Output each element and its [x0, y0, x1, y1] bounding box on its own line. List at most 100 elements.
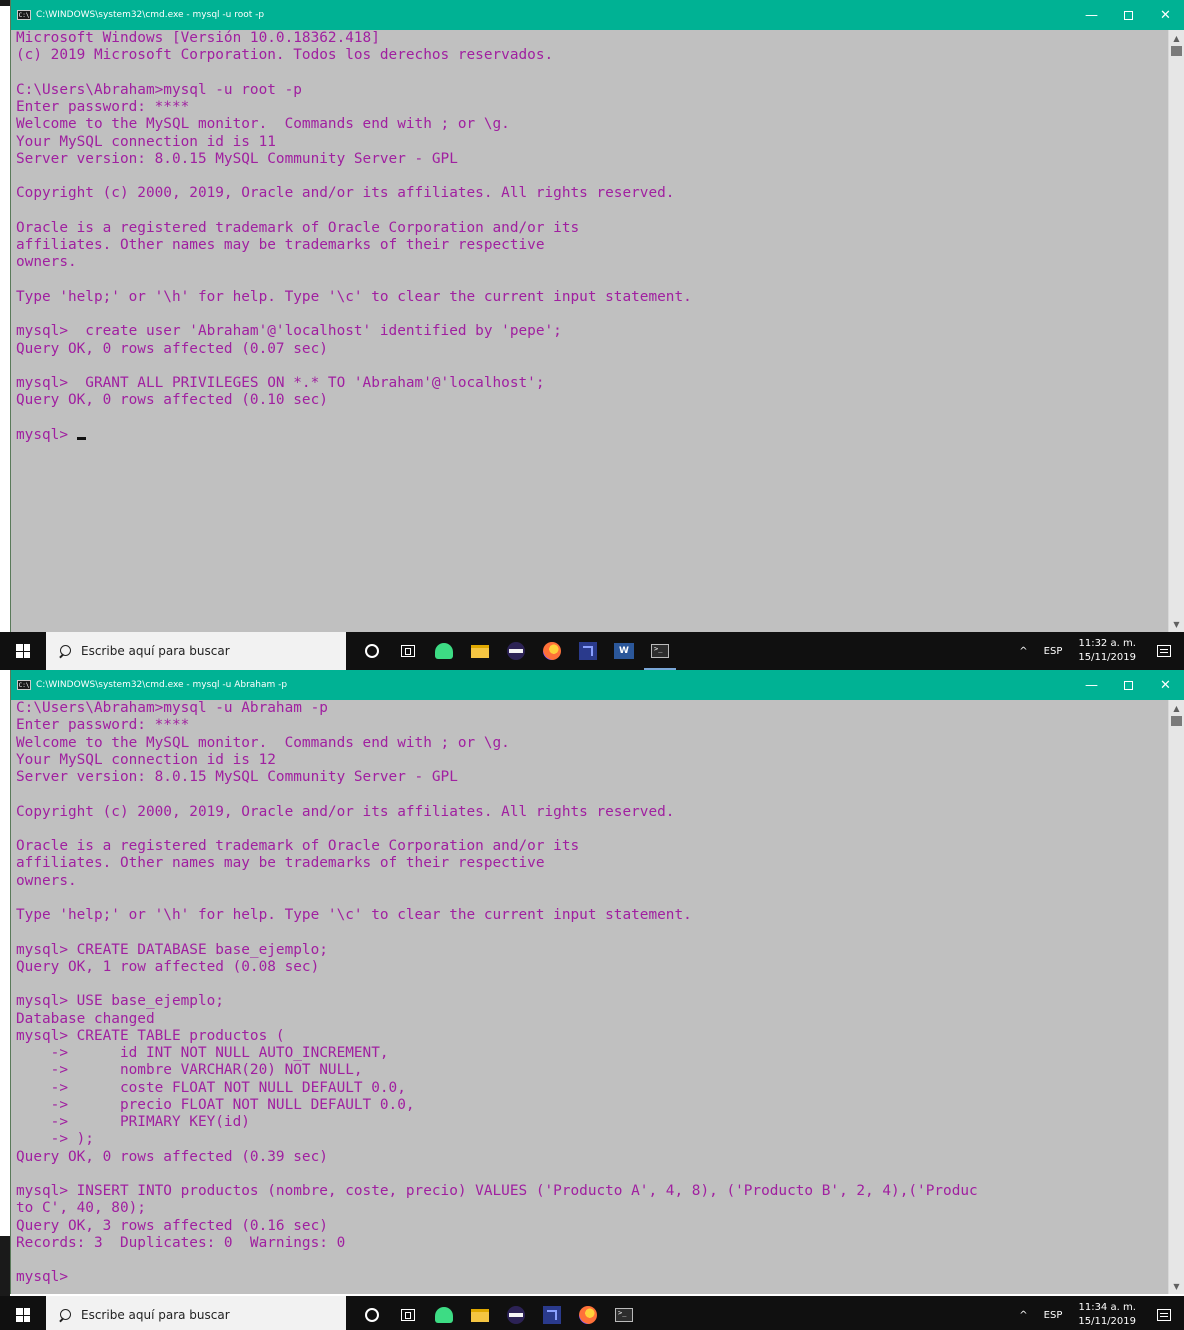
- console-line: Your MySQL connection id is 11: [16, 133, 276, 150]
- window-controls: — ✕: [1073, 670, 1184, 700]
- cortana-icon: [365, 1308, 379, 1322]
- maximize-button[interactable]: [1110, 670, 1147, 700]
- title-bar[interactable]: C:\ C:\WINDOWS\system32\cmd.exe - mysql …: [11, 0, 1184, 30]
- clock[interactable]: 11:32 a. m. 15/11/2019: [1070, 637, 1144, 665]
- console-line: Records: 3 Duplicates: 0 Warnings: 0: [16, 1234, 346, 1251]
- minimize-button[interactable]: —: [1073, 670, 1110, 700]
- notification-icon: [1157, 645, 1171, 657]
- task-view-button[interactable]: [390, 1296, 426, 1330]
- word-button[interactable]: W: [606, 632, 642, 670]
- console-line: mysql> CREATE DATABASE base_ejemplo;: [16, 941, 328, 958]
- title-bar[interactable]: C:\ C:\WINDOWS\system32\cmd.exe - mysql …: [11, 670, 1184, 700]
- clock-date: 15/11/2019: [1078, 652, 1136, 663]
- console-line: Query OK, 0 rows affected (0.07 sec): [16, 340, 328, 357]
- eclipse-button[interactable]: [498, 632, 534, 670]
- console-prompt-line[interactable]: mysql>: [16, 427, 1166, 444]
- cmd-taskbar-button[interactable]: >_: [642, 632, 678, 670]
- console-line: -> coste FLOAT NOT NULL DEFAULT 0.0,: [16, 1079, 406, 1096]
- language-indicator[interactable]: ESP: [1036, 1310, 1071, 1321]
- search-icon: [58, 1308, 71, 1322]
- taskbar-apps: >_: [354, 1296, 642, 1330]
- console-line: Server version: 8.0.15 MySQL Community S…: [16, 769, 458, 785]
- console-line: Enter password: ****: [16, 717, 190, 734]
- cmd-window-abraham[interactable]: C:\ C:\WINDOWS\system32\cmd.exe - mysql …: [10, 670, 1184, 1294]
- scroll-down-icon[interactable]: ▼: [1169, 1278, 1184, 1294]
- console-line: Query OK, 3 rows affected (0.16 sec): [16, 1217, 328, 1234]
- firefox-icon: [543, 642, 561, 660]
- firefox-button[interactable]: [534, 632, 570, 670]
- task-view-button[interactable]: [390, 632, 426, 670]
- show-hidden-icons-button[interactable]: ^: [1011, 1310, 1035, 1321]
- visual-studio-button[interactable]: [534, 1296, 570, 1330]
- language-indicator[interactable]: ESP: [1036, 646, 1071, 657]
- cmd-window-root[interactable]: C:\ C:\WINDOWS\system32\cmd.exe - mysql …: [10, 0, 1184, 632]
- cmd-app-icon: C:\: [17, 10, 31, 20]
- file-explorer-icon: [471, 644, 489, 658]
- clock-date: 15/11/2019: [1078, 1316, 1136, 1327]
- scroll-down-icon[interactable]: ▼: [1169, 616, 1184, 632]
- notification-icon: [1157, 1309, 1171, 1321]
- console-prompt: mysql>: [16, 426, 77, 443]
- vertical-scrollbar[interactable]: ▲ ▼: [1168, 30, 1184, 632]
- start-button[interactable]: [0, 632, 46, 670]
- show-hidden-icons-button[interactable]: ^: [1011, 646, 1035, 657]
- console-line: -> nombre VARCHAR(20) NOT NULL,: [16, 1062, 363, 1079]
- clock[interactable]: 11:34 a. m. 15/11/2019: [1070, 1301, 1144, 1329]
- action-center-button[interactable]: [1144, 1296, 1184, 1330]
- console-line: to C', 40, 80);: [16, 1200, 146, 1217]
- file-explorer-button[interactable]: [462, 1296, 498, 1330]
- search-box[interactable]: Escribe aquí para buscar: [46, 1296, 346, 1330]
- windows-logo-icon: [16, 1308, 30, 1322]
- action-center-button[interactable]: [1144, 632, 1184, 670]
- eclipse-icon: [507, 642, 525, 660]
- windows-logo-icon: [16, 644, 30, 658]
- android-studio-button[interactable]: [426, 1296, 462, 1330]
- console-line: Enter password: ****: [16, 99, 190, 115]
- close-button[interactable]: ✕: [1147, 670, 1184, 700]
- file-explorer-button[interactable]: [462, 632, 498, 670]
- console-line: -> );: [16, 1131, 94, 1148]
- start-button[interactable]: [0, 1296, 46, 1330]
- maximize-icon: [1124, 680, 1133, 690]
- vertical-scrollbar[interactable]: ▲ ▼: [1168, 700, 1184, 1294]
- firefox-icon: [579, 1306, 597, 1324]
- console-line: affiliates. Other names may be trademark…: [16, 237, 545, 253]
- cortana-button[interactable]: [354, 1296, 390, 1330]
- cmd-app-icon: C:\: [17, 680, 31, 690]
- console-line: mysql> CREATE TABLE productos (: [16, 1027, 285, 1044]
- search-box[interactable]: Escribe aquí para buscar: [46, 632, 346, 670]
- console-line: affiliates. Other names may be trademark…: [16, 855, 545, 872]
- console-line: mysql> GRANT ALL PRIVILEGES ON *.* TO 'A…: [16, 375, 545, 391]
- scroll-up-icon[interactable]: ▲: [1169, 700, 1184, 716]
- minimize-button[interactable]: —: [1073, 0, 1110, 30]
- system-tray: ^ ESP 11:34 a. m. 15/11/2019: [1011, 1296, 1184, 1330]
- scroll-up-icon[interactable]: ▲: [1169, 30, 1184, 46]
- close-button[interactable]: ✕: [1147, 0, 1184, 30]
- visual-studio-button[interactable]: [570, 632, 606, 670]
- scroll-thumb[interactable]: [1171, 716, 1182, 726]
- maximize-button[interactable]: [1110, 0, 1147, 30]
- text-cursor: [76, 436, 86, 440]
- firefox-button[interactable]: [570, 1296, 606, 1330]
- cortana-button[interactable]: [354, 632, 390, 670]
- visual-studio-icon: [579, 642, 597, 660]
- cmd-icon: >_: [615, 1308, 633, 1322]
- console-line: Query OK, 1 row affected (0.08 sec): [16, 958, 320, 975]
- console-output[interactable]: C:\Users\Abraham>mysql -u Abraham -p Ente…: [16, 700, 1166, 1294]
- clock-time: 11:34 a. m.: [1078, 1302, 1136, 1313]
- console-line: -> PRIMARY KEY(id): [16, 1114, 250, 1130]
- android-studio-button[interactable]: [426, 632, 462, 670]
- console-output[interactable]: Microsoft Windows [Versión 10.0.18362.41…: [16, 30, 1166, 632]
- eclipse-button[interactable]: [498, 1296, 534, 1330]
- cmd-taskbar-button[interactable]: >_: [606, 1296, 642, 1330]
- scroll-thumb[interactable]: [1171, 46, 1182, 56]
